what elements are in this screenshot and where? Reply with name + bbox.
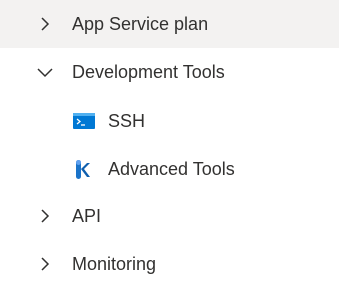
- nav-item-ssh[interactable]: SSH: [0, 97, 339, 145]
- chevron-right-icon[interactable]: [35, 206, 55, 226]
- nav-item-label: Advanced Tools: [108, 159, 235, 179]
- chevron-right-icon[interactable]: [35, 14, 55, 34]
- nav-item-development-tools[interactable]: Development Tools: [0, 48, 339, 96]
- chevron-right-icon[interactable]: [35, 254, 55, 274]
- nav-item-api[interactable]: API: [0, 192, 339, 240]
- nav-item-advanced-tools[interactable]: Advanced Tools: [0, 145, 339, 193]
- nav-item-label: App Service plan: [72, 14, 209, 34]
- nav-item-label: API: [72, 206, 102, 226]
- nav-item-label: SSH: [108, 111, 146, 131]
- chevron-down-icon[interactable]: [35, 62, 55, 82]
- ssh-console-icon: [73, 113, 95, 129]
- navigation-menu: App Service plan Development Tools SSH A…: [0, 0, 339, 288]
- nav-item-label: Development Tools: [72, 62, 225, 82]
- nav-item-label: Monitoring: [72, 254, 157, 274]
- nav-item-app-service-plan[interactable]: App Service plan: [0, 0, 339, 48]
- nav-item-monitoring[interactable]: Monitoring: [0, 240, 339, 288]
- advanced-tools-icon: [76, 160, 90, 179]
